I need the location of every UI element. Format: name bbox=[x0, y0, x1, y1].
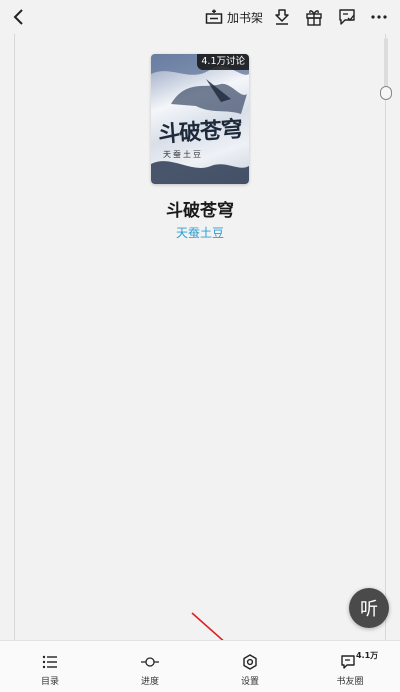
discussion-badge: 4.1万讨论 bbox=[197, 54, 249, 70]
nav-settings-label: 设置 bbox=[240, 677, 259, 687]
nav-community-label: 书友圈 bbox=[336, 677, 364, 687]
more-icon bbox=[371, 15, 387, 19]
gift-button[interactable] bbox=[303, 6, 325, 28]
scrollbar-thumb[interactable] bbox=[380, 86, 392, 100]
download-icon bbox=[275, 9, 289, 25]
more-button[interactable] bbox=[368, 6, 390, 28]
nav-catalog[interactable]: 目录 bbox=[20, 641, 80, 692]
gift-icon bbox=[306, 10, 322, 26]
nav-catalog-label: 目录 bbox=[40, 677, 59, 687]
community-count-badge: 4.1万 bbox=[356, 651, 379, 660]
top-toolbar: 加书架 bbox=[0, 0, 400, 34]
review-button[interactable] bbox=[336, 6, 358, 28]
list-icon bbox=[41, 653, 59, 671]
add-to-shelf-button[interactable]: 加书架 bbox=[205, 6, 263, 28]
nav-progress-label: 进度 bbox=[140, 677, 159, 687]
back-icon bbox=[13, 9, 23, 25]
nav-settings[interactable]: 设置 bbox=[220, 641, 280, 692]
settings-icon bbox=[241, 653, 259, 671]
download-button[interactable] bbox=[271, 6, 293, 28]
progress-icon bbox=[141, 653, 159, 671]
nav-community[interactable]: 4.1万 书友圈 bbox=[320, 641, 380, 692]
add-shelf-label: 加书架 bbox=[227, 10, 264, 25]
nav-progress[interactable]: 进度 bbox=[120, 641, 180, 692]
listen-button[interactable]: 听 bbox=[349, 588, 389, 628]
book-author-link[interactable]: 天蚕土豆 bbox=[0, 224, 400, 241]
cover-title-text: 斗破苍穹 bbox=[157, 116, 243, 148]
back-button[interactable] bbox=[8, 6, 30, 28]
book-title: 斗破苍穹 bbox=[166, 201, 234, 221]
bottom-nav: 目录 进度 设置 4.1万 书友圈 bbox=[0, 640, 400, 692]
book-cover[interactable]: 4.1万讨论 斗破苍穹 天蚕土豆 bbox=[151, 54, 249, 184]
add-shelf-icon bbox=[205, 9, 223, 24]
comment-check-icon bbox=[339, 9, 355, 25]
cover-author-text: 天蚕土豆 bbox=[163, 150, 203, 159]
